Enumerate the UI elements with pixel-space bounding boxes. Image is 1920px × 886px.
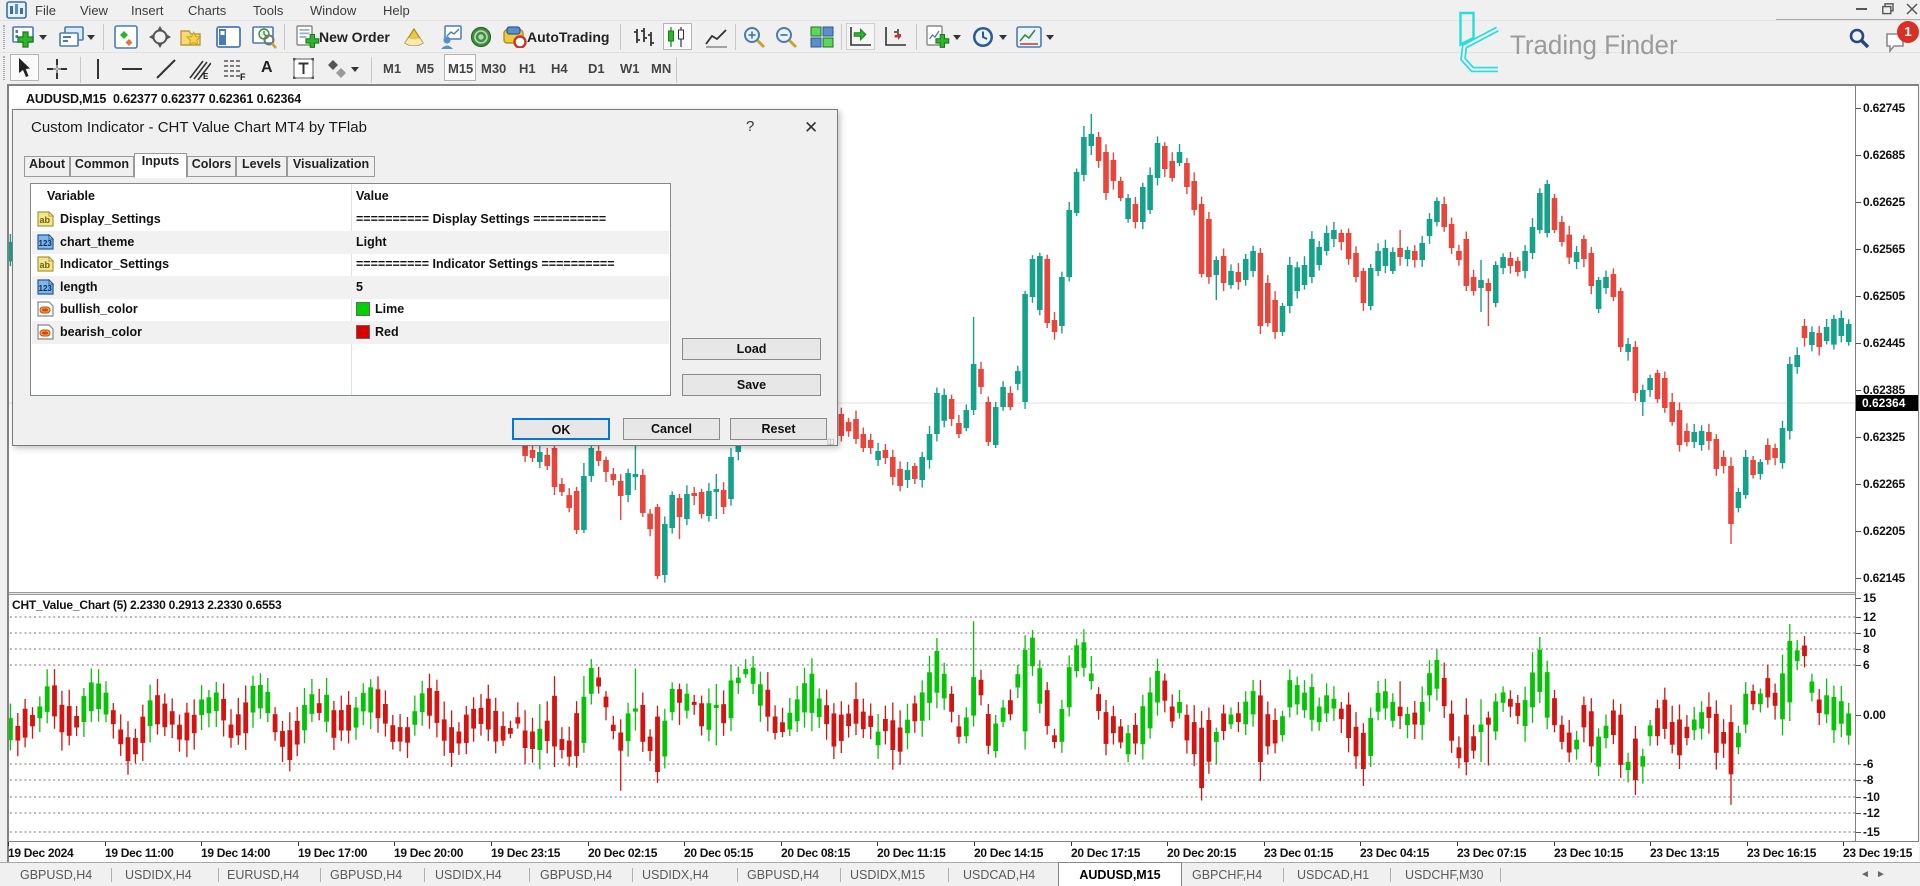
svg-text:123: 123 [39, 239, 53, 248]
svg-text:F: F [240, 72, 246, 80]
svg-text:ab: ab [40, 260, 51, 270]
svg-text:E: E [203, 72, 209, 80]
svg-text:ab: ab [40, 215, 51, 225]
svg-text:123: 123 [39, 284, 53, 293]
